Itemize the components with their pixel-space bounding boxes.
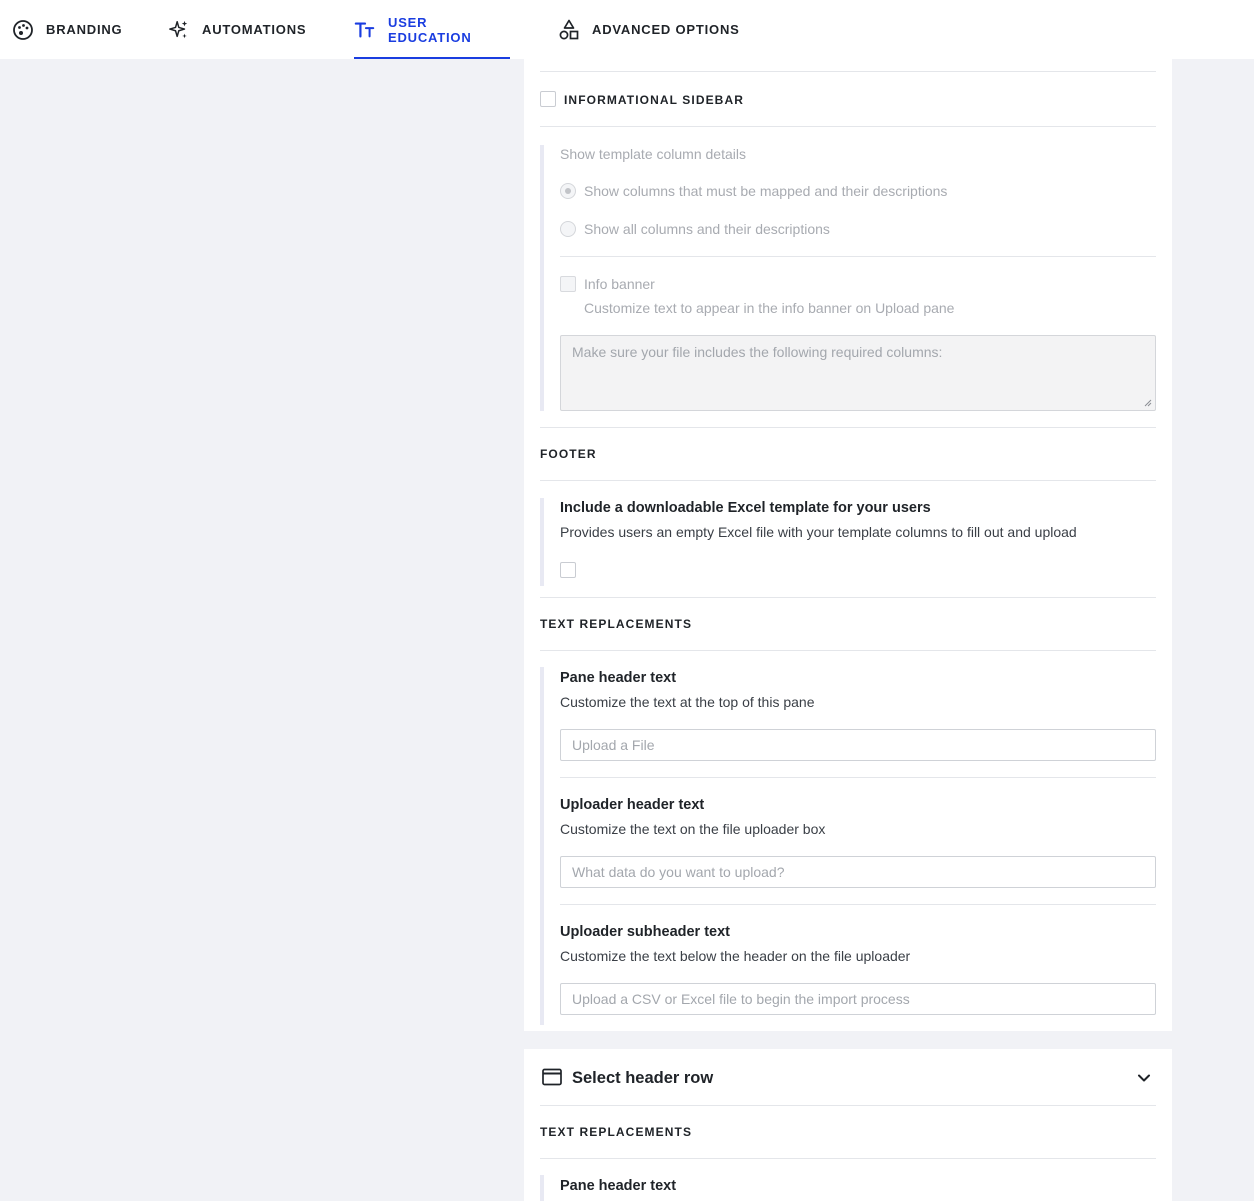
divider: [540, 480, 1156, 481]
divider: [540, 126, 1156, 127]
divider: [540, 427, 1156, 428]
sparkles-icon: [168, 19, 190, 41]
footer-title: FOOTER: [540, 447, 597, 461]
tab-label: BRANDING: [46, 22, 123, 37]
section-indent-bar: [540, 667, 544, 1025]
informational-sidebar-title: INFORMATIONAL SIDEBAR: [564, 93, 744, 107]
tab-automations[interactable]: AUTOMATIONS: [168, 0, 306, 59]
column-details-label: Show template column details: [560, 146, 746, 162]
excel-template-description: Provides users an empty Excel file with …: [560, 524, 1077, 540]
window-icon: [542, 1068, 562, 1086]
divider: [540, 1158, 1156, 1159]
settings-tab-bar: BRANDING AUTOMATIONS USER EDUCATION ADVA…: [0, 0, 1254, 59]
informational-sidebar-checkbox[interactable]: [540, 91, 556, 107]
uploader-header-input[interactable]: [560, 856, 1156, 888]
divider: [560, 256, 1156, 257]
info-banner-description: Customize text to appear in the info ban…: [584, 300, 955, 316]
resize-grip-icon[interactable]: [1144, 399, 1152, 407]
divider: [560, 904, 1156, 905]
uploader-subheader-label: Uploader subheader text: [560, 924, 731, 940]
radio-all-columns[interactable]: [560, 221, 576, 237]
divider: [540, 650, 1156, 651]
palette-icon: [12, 19, 34, 41]
pane-header-label: Pane header text: [560, 670, 677, 686]
uploader-header-description: Customize the text on the file uploader …: [560, 821, 826, 837]
tab-label: AUTOMATIONS: [202, 22, 307, 37]
uploader-subheader-description: Customize the text below the header on t…: [560, 948, 911, 964]
tab-user-education[interactable]: USER EDUCATION: [354, 0, 510, 59]
divider: [540, 71, 1156, 72]
radio-label: Show columns that must be mapped and the…: [584, 183, 948, 199]
section-indent-bar: [540, 1175, 544, 1201]
info-banner-label: Info banner: [584, 276, 655, 292]
excel-template-checkbox[interactable]: [560, 562, 576, 578]
select-header-row-title: Select header row: [572, 1069, 714, 1087]
chevron-down-icon[interactable]: [1136, 1071, 1152, 1083]
text-size-icon: [354, 19, 376, 41]
info-banner-textarea[interactable]: Make sure your file includes the followi…: [560, 335, 1156, 411]
tab-advanced-options[interactable]: ADVANCED OPTIONS: [558, 0, 740, 59]
tab-label: USER EDUCATION: [388, 14, 472, 45]
divider: [560, 777, 1156, 778]
radio-label: Show all columns and their descriptions: [584, 221, 830, 237]
select-header-row-card: Select header row TEXT REPLACEMENTS Pane…: [524, 1049, 1172, 1201]
uploader-header-label: Uploader header text: [560, 797, 705, 813]
excel-template-label: Include a downloadable Excel template fo…: [560, 500, 931, 516]
pane-header-input[interactable]: [560, 729, 1156, 761]
text-replacements-title: TEXT REPLACEMENTS: [540, 617, 693, 631]
radio-required-columns[interactable]: [560, 183, 576, 199]
upload-pane-card: INFORMATIONAL SIDEBAR Show template colu…: [524, 59, 1172, 1031]
divider: [540, 1105, 1156, 1106]
uploader-subheader-input[interactable]: [560, 983, 1156, 1015]
pane-header-label: Pane header text: [560, 1178, 677, 1194]
textarea-placeholder: Make sure your file includes the followi…: [572, 344, 943, 360]
text-replacements-title: TEXT REPLACEMENTS: [540, 1125, 693, 1139]
pane-header-description: Customize the text at the top of this pa…: [560, 694, 815, 710]
select-header-row-header[interactable]: Select header row: [524, 1049, 1172, 1105]
section-indent-bar: [540, 498, 544, 586]
section-indent-bar: [540, 145, 544, 411]
tab-branding[interactable]: BRANDING: [12, 0, 122, 59]
tab-label: ADVANCED OPTIONS: [592, 22, 740, 37]
divider: [540, 597, 1156, 598]
shapes-icon: [558, 19, 580, 41]
info-banner-checkbox[interactable]: [560, 276, 576, 292]
